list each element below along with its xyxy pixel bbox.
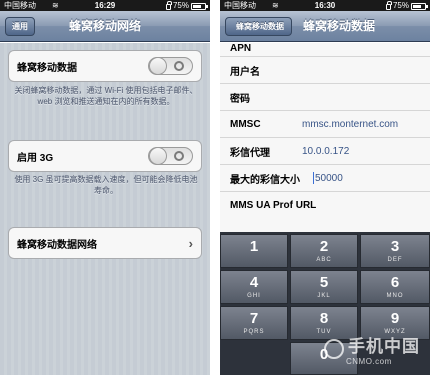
row-value[interactable]: 50000 xyxy=(315,173,343,184)
key-3[interactable]: 3 DEF xyxy=(360,234,430,268)
navigation-bar: 蜂窝移动数据 蜂窝移动数据 xyxy=(220,11,430,42)
cnmo-logo-icon xyxy=(324,339,344,359)
key-6[interactable]: 6 MNO xyxy=(360,270,430,304)
cellular-data-group: 蜂窝移动数据 xyxy=(8,50,202,82)
enable-3g-toggle[interactable] xyxy=(148,147,193,165)
key-5[interactable]: 5 JKL xyxy=(290,270,358,304)
page-title: 蜂窝移动数据 xyxy=(302,19,375,33)
left-screenshot: 中国移动 ≋ 16:29 75% 通用 蜂窝移动网络 蜂窝移动数据 关闭蜂窝移动… xyxy=(0,0,210,375)
settings-row-mms-proxy[interactable]: 彩信代理 10.0.0.172 xyxy=(220,138,430,165)
mms-settings-list: APN 用户名 密码 MMSC mmsc.monternet.com 彩信代理 … xyxy=(220,43,430,232)
row-label: 最大的彩信大小 xyxy=(230,174,300,186)
row-label: 用户名 xyxy=(230,66,260,78)
chevron-right-icon: › xyxy=(188,235,193,251)
row-value[interactable]: mmsc.monternet.com xyxy=(302,119,398,130)
row-value[interactable]: 10.0.0.172 xyxy=(302,146,349,157)
cnmo-watermark: 手机中国 CNMO.com xyxy=(322,337,428,373)
off-state-icon xyxy=(174,61,184,71)
enable-3g-note: 使用 3G 虽可提高数据载入速度，但可能会降低电池寿命。 xyxy=(14,175,198,195)
row-label: 彩信代理 xyxy=(230,147,270,159)
settings-row-password[interactable]: 密码 xyxy=(220,84,430,111)
battery-percent: 75% xyxy=(392,1,409,10)
status-bar: 中国移动 ≋ 16:29 75% xyxy=(0,0,210,11)
key-4[interactable]: 4 GHI xyxy=(220,270,288,304)
navigation-bar: 通用 蜂窝移动网络 xyxy=(0,11,210,42)
enable-3g-row: 启用 3G xyxy=(9,141,201,171)
row-label: MMSC xyxy=(230,118,261,130)
key-1[interactable]: 1 xyxy=(220,234,288,268)
battery-percent: 75% xyxy=(172,1,189,10)
rotation-lock-icon xyxy=(165,0,172,10)
battery-icon xyxy=(411,3,428,10)
enable-3g-label: 启用 3G xyxy=(17,152,54,164)
settings-row-apn[interactable]: APN xyxy=(220,43,430,57)
settings-row-mmsc[interactable]: MMSC mmsc.monternet.com xyxy=(220,111,430,138)
key-7[interactable]: 7 PQRS xyxy=(220,306,288,340)
right-screenshot: 中国移动 ≋ 16:30 75% 蜂窝移动数据 蜂窝移动数据 APN 用户名 密… xyxy=(220,0,430,375)
cellular-data-toggle[interactable] xyxy=(148,57,193,75)
cellular-data-note: 关闭蜂窝移动数据，通过 Wi-Fi 使用包括电子邮件、web 浏览和推送通知在内… xyxy=(14,86,198,106)
cellular-network-group: 蜂窝移动数据网络 › xyxy=(8,227,202,259)
key-8[interactable]: 8 TUV xyxy=(290,306,358,340)
row-label: MMS UA Prof URL xyxy=(230,200,317,211)
off-state-icon xyxy=(174,151,184,161)
battery-icon xyxy=(191,3,208,10)
status-bar: 中国移动 ≋ 16:30 75% xyxy=(220,0,430,11)
enable-3g-group: 启用 3G xyxy=(8,140,202,172)
cellular-data-row: 蜂窝移动数据 xyxy=(9,51,201,81)
key-2[interactable]: 2 ABC xyxy=(290,234,358,268)
settings-row-username[interactable]: 用户名 xyxy=(220,57,430,84)
cellular-network-row[interactable]: 蜂窝移动数据网络 › xyxy=(9,228,201,258)
cellular-network-label: 蜂窝移动数据网络 xyxy=(17,239,97,251)
settings-row-mms-ua-prof-url[interactable]: MMS UA Prof URL xyxy=(220,192,430,219)
cellular-data-label: 蜂窝移动数据 xyxy=(17,62,77,74)
rotation-lock-icon xyxy=(385,0,392,10)
watermark-text-en: CNMO.com xyxy=(346,357,392,366)
text-cursor xyxy=(313,172,314,184)
key-9[interactable]: 9 WXYZ xyxy=(360,306,430,340)
row-label: 密码 xyxy=(230,93,250,105)
row-label: APN xyxy=(230,43,252,54)
page-title: 蜂窝移动网络 xyxy=(68,19,141,33)
settings-row-max-mms-size[interactable]: 最大的彩信大小 50000 xyxy=(220,165,430,192)
